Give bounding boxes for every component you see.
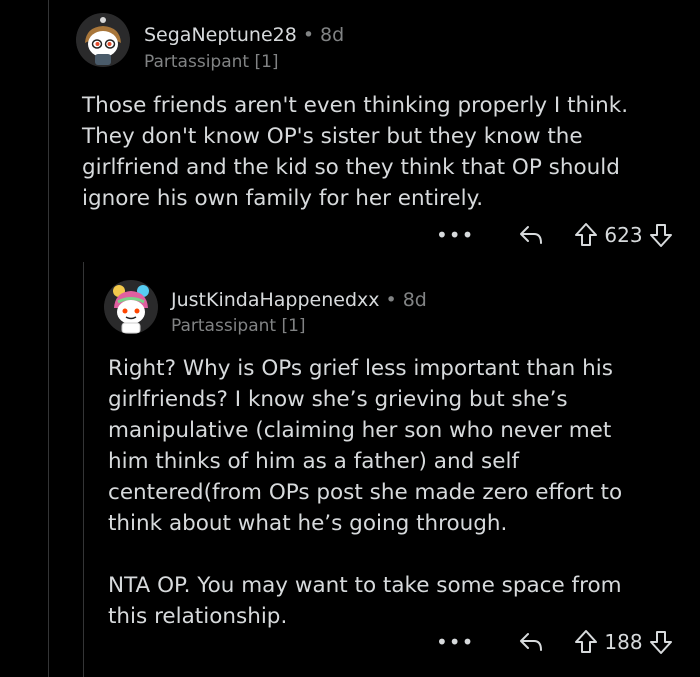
comment-age: 8d xyxy=(402,289,427,311)
user-flair: Partassipant [1] xyxy=(144,52,279,72)
reply-arrow-icon[interactable] xyxy=(518,631,544,653)
username-link[interactable]: SegaNeptune28 xyxy=(144,24,297,46)
downvote-arrow-icon[interactable] xyxy=(649,222,673,248)
user-avatar[interactable] xyxy=(104,280,158,334)
downvote-arrow-icon[interactable] xyxy=(649,629,673,655)
upvote-arrow-icon[interactable] xyxy=(574,629,598,655)
comment-body: Right? Why is OPs grief less important t… xyxy=(108,356,623,629)
comment-header: JustKindaHappenedxx • 8d xyxy=(171,289,427,311)
meta-separator: • xyxy=(385,289,397,311)
meta-separator: • xyxy=(302,24,315,46)
comment-header: SegaNeptune28 • 8d xyxy=(144,24,344,46)
more-options-button[interactable]: ••• xyxy=(436,223,474,247)
user-avatar[interactable] xyxy=(76,13,130,67)
vote-score: 623 xyxy=(604,223,643,247)
comment-actions: ••• 623 xyxy=(436,220,673,250)
username-link[interactable]: JustKindaHappenedxx xyxy=(171,289,380,311)
reply-arrow-icon[interactable] xyxy=(518,224,544,246)
comment-age: 8d xyxy=(320,24,345,46)
upvote-arrow-icon[interactable] xyxy=(574,222,598,248)
user-flair: Partassipant [1] xyxy=(171,316,306,336)
comment-body: Those friends aren't even thinking prope… xyxy=(82,93,629,211)
more-options-button[interactable]: ••• xyxy=(436,630,474,654)
vote-score: 188 xyxy=(604,630,643,654)
comment-1: SegaNeptune28 • 8d Partassipant [1] Those … xyxy=(0,0,700,260)
comment-2: JustKindaHappenedxx • 8d Partassipant [1] … xyxy=(0,262,700,677)
comment-actions: ••• 188 xyxy=(436,627,673,657)
